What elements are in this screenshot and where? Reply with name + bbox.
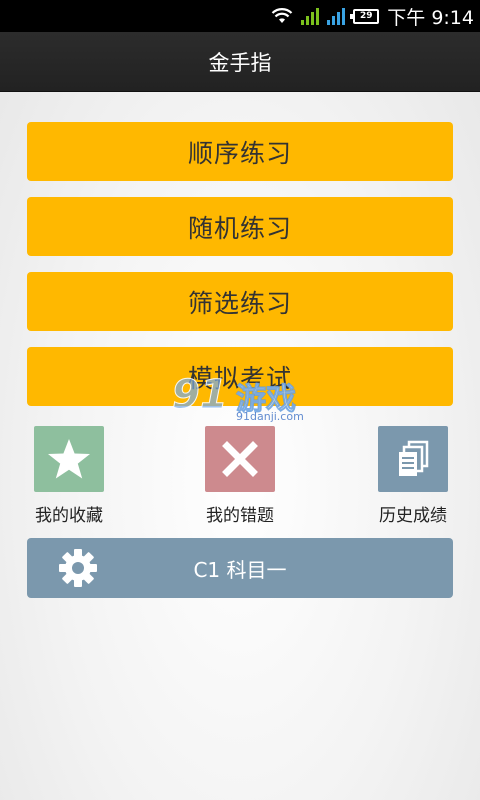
page-title: 金手指 (208, 50, 272, 75)
status-time: 下午 9:14 (387, 6, 474, 29)
app-title-bar: 金手指 (0, 32, 480, 92)
history-scores-tile-box[interactable] (378, 426, 448, 492)
watermark-url: 91danji.com (236, 410, 304, 423)
history-scores-tile[interactable]: 历史成绩 (358, 426, 468, 526)
button-label: 随机练习 (187, 213, 292, 243)
mock-exam-button[interactable]: 模拟考试 (27, 347, 453, 406)
battery-level: 29 (360, 11, 373, 21)
subject-select-button[interactable]: C1 科目一 (27, 538, 453, 598)
tile-label: 历史成绩 (379, 506, 447, 526)
wifi-icon (272, 8, 293, 23)
tile-label: 我的收藏 (35, 506, 103, 526)
favorites-tile-box[interactable] (34, 426, 104, 492)
sequential-practice-button[interactable]: 顺序练习 (27, 122, 453, 181)
status-bar: 29 下午 9:14 (0, 0, 480, 32)
button-label: 筛选练习 (187, 288, 292, 318)
favorites-tile[interactable]: 我的收藏 (14, 426, 124, 526)
button-label: 顺序练习 (187, 138, 292, 168)
signal-strength-icon (301, 7, 320, 25)
battery-icon: 29 (350, 8, 380, 24)
random-practice-button[interactable]: 随机练习 (27, 197, 453, 256)
mistakes-tile[interactable]: 我的错题 (185, 426, 295, 526)
signal-strength-icon (327, 7, 346, 25)
close-icon (222, 441, 258, 477)
subject-label: C1 科目一 (193, 557, 287, 582)
tile-label: 我的错题 (206, 506, 274, 526)
star-icon (48, 439, 90, 479)
gear-icon (59, 549, 97, 587)
filter-practice-button[interactable]: 筛选练习 (27, 272, 453, 331)
mistakes-tile-box[interactable] (205, 426, 275, 492)
button-label: 模拟考试 (187, 363, 292, 393)
documents-icon (399, 440, 429, 476)
